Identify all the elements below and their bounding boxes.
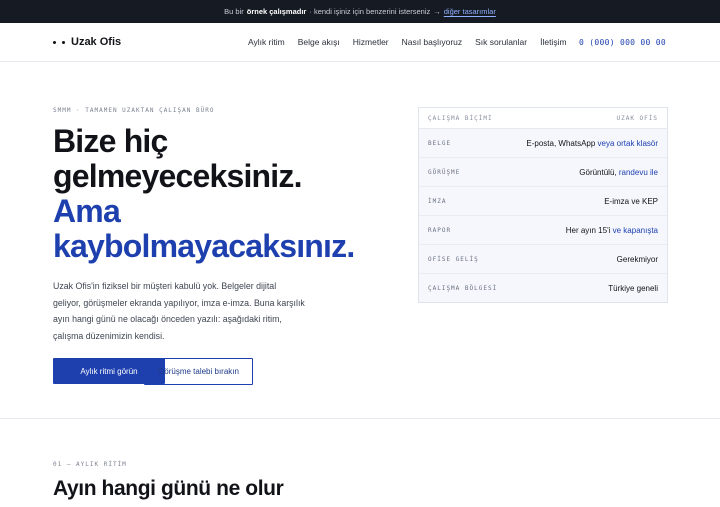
meeting-request-button[interactable]: Görüşme talebi bırakın bbox=[144, 358, 253, 385]
card-row-value: E-posta, WhatsApp veya ortak klasör bbox=[526, 138, 658, 148]
card-row-value: Her ayın 15'i ve kapanışta bbox=[565, 225, 658, 235]
card-row: İMZA E-imza ve KEP bbox=[419, 187, 667, 216]
hero-title-line: gelmeyeceksiniz. bbox=[53, 158, 302, 194]
hero-kicker: SMMM · TAMAMEN UZAKTAN ÇALIŞAN BÜRO bbox=[53, 107, 215, 114]
card-row: GÖRÜŞME Görüntülü, randevu ile bbox=[419, 158, 667, 187]
card-row-key: GÖRÜŞME bbox=[428, 168, 461, 176]
work-style-card: ÇALIŞMA BİÇİMİ UZAK OFİS BELGE E-posta, … bbox=[418, 107, 668, 303]
nav-item-sik-sorulanlar[interactable]: Sık sorulanlar bbox=[475, 37, 527, 47]
hero-title-accent-line: kaybolmayacaksınız. bbox=[53, 228, 355, 264]
nav-menu: Aylık ritim Belge akışı Hizmetler Nasıl … bbox=[248, 23, 567, 61]
card-row-value: Türkiye geneli bbox=[608, 283, 658, 293]
logo-dots-icon bbox=[53, 40, 65, 44]
card-row: OFİSE GELİŞ Gerekmiyor bbox=[419, 245, 667, 274]
hero-title-line: Bize hiç bbox=[53, 123, 168, 159]
nav-item-iletisim[interactable]: İletişim bbox=[540, 37, 566, 47]
phone-link[interactable]: 0 (000) 000 00 00 bbox=[579, 23, 666, 61]
card-row-value: Görüntülü, randevu ile bbox=[579, 167, 658, 177]
card-row: RAPOR Her ayın 15'i ve kapanışta bbox=[419, 216, 667, 245]
card-row-key: OFİSE GELİŞ bbox=[428, 255, 479, 263]
card-row: ÇALIŞMA BÖLGESİ Türkiye geneli bbox=[419, 274, 667, 302]
other-designs-link[interactable]: diğer tasarımlar bbox=[444, 7, 496, 16]
hero-description-line: ayın hangi günü ne olacağı önceden yazıl… bbox=[53, 314, 282, 324]
brand-logo[interactable]: Uzak Ofis bbox=[53, 36, 121, 48]
hero-title-accent-line: Ama bbox=[53, 193, 121, 229]
hero-title: Bize hiç gelmeyeceksiniz. Ama kaybolmaya… bbox=[53, 123, 355, 264]
arrow-right-icon: → bbox=[433, 7, 441, 16]
card-row-value: E-imza ve KEP bbox=[604, 196, 658, 206]
section-kicker: 01 — AYLIK RİTİM bbox=[53, 461, 127, 468]
card-header-left: ÇALIŞMA BİÇİMİ bbox=[428, 114, 493, 122]
announcement-prefix: Bu bir bbox=[224, 7, 244, 16]
announcement-text: · kendi işiniz için benzerini isterseniz bbox=[309, 7, 431, 16]
nav-item-aylik-ritim[interactable]: Aylık ritim bbox=[248, 37, 285, 47]
card-row-key: ÇALIŞMA BÖLGESİ bbox=[428, 284, 498, 292]
hero-section: SMMM · TAMAMEN UZAKTAN ÇALIŞAN BÜRO Bize… bbox=[0, 62, 720, 419]
announcement-bar: Bu bir örnek çalışmadır · kendi işiniz i… bbox=[0, 0, 720, 23]
card-row: BELGE E-posta, WhatsApp veya ortak klasö… bbox=[419, 129, 667, 158]
hero-description-line: Uzak Ofis'in fiziksel bir müşteri kabulü… bbox=[53, 281, 277, 291]
hero-description-line: çalışma düzenimizin kendisi. bbox=[53, 330, 165, 341]
brand-name: Uzak Ofis bbox=[71, 36, 122, 48]
nav-item-belge-akisi[interactable]: Belge akışı bbox=[298, 37, 340, 47]
card-row-value: Gerekmiyor bbox=[616, 254, 658, 264]
nav-item-nasil-basliyoruz[interactable]: Nasıl başlıyoruz bbox=[402, 37, 462, 47]
announcement-bold: örnek çalışmadır bbox=[246, 7, 307, 16]
card-row-key: BELGE bbox=[428, 139, 452, 147]
hero-description: Uzak Ofis'in fiziksel bir müşteri kabulü… bbox=[53, 278, 313, 344]
nav-item-hizmetler[interactable]: Hizmetler bbox=[353, 37, 389, 47]
card-row-key: RAPOR bbox=[428, 226, 452, 234]
card-header: ÇALIŞMA BİÇİMİ UZAK OFİS bbox=[419, 108, 667, 129]
card-header-right: UZAK OFİS bbox=[616, 114, 658, 122]
monthly-rhythm-section: 01 — AYLIK RİTİM Ayın hangi günü ne olur bbox=[0, 419, 720, 507]
card-row-key: İMZA bbox=[428, 197, 447, 205]
main-navigation: Uzak Ofis Aylık ritim Belge akışı Hizmet… bbox=[0, 23, 720, 62]
section-title: Ayın hangi günü ne olur bbox=[53, 477, 284, 500]
hero-description-line: geliyor, görüşmeler ekranda yapılıyor, i… bbox=[53, 297, 305, 308]
